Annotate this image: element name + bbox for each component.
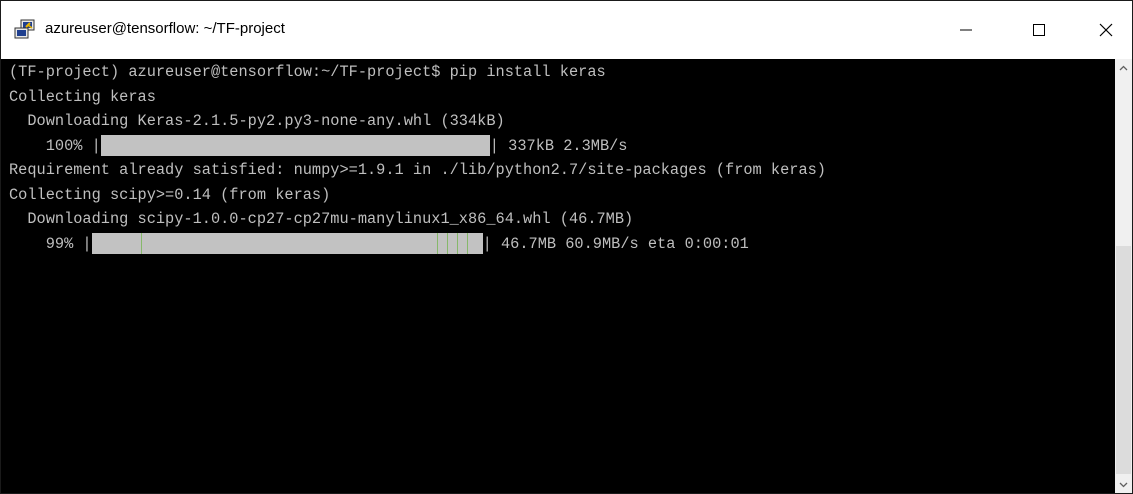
terminal-line: Collecting scipy>=0.14 (from keras) bbox=[9, 185, 331, 204]
minimize-button[interactable] bbox=[943, 1, 989, 59]
minimize-icon bbox=[960, 29, 972, 31]
progress-bar-scipy bbox=[91, 232, 483, 254]
chevron-down-icon bbox=[1119, 482, 1128, 487]
progress-stats: | 46.7MB 60.9MB/s eta 0:00:01 bbox=[482, 234, 749, 253]
maximize-button[interactable] bbox=[1016, 1, 1062, 59]
vertical-scrollbar[interactable] bbox=[1115, 59, 1132, 493]
terminal-line: (TF-project) azureuser@tensorflow:~/TF-p… bbox=[9, 63, 606, 81]
terminal-output[interactable]: (TF-project) azureuser@tensorflow:~/TF-p… bbox=[1, 59, 1115, 493]
terminal-line: Downloading Keras-2.1.5-py2.py3-none-any… bbox=[9, 112, 505, 130]
terminal-window: azureuser@tensorflow: ~/TF-project (TF-p… bbox=[0, 0, 1133, 494]
close-icon bbox=[1099, 23, 1113, 37]
progress-line: 100% | | 337kB 2.3MB/s bbox=[9, 134, 826, 159]
progress-line: 99% | | 46.7MB 60.9MB/s eta 0:00:01 bbox=[9, 232, 826, 257]
progress-percent: 100% | bbox=[9, 136, 101, 155]
terminal-line: Requirement already satisfied: numpy>=1.… bbox=[9, 161, 826, 179]
scroll-down-button[interactable] bbox=[1115, 476, 1132, 493]
terminal-line: Collecting keras bbox=[9, 87, 156, 106]
close-button[interactable] bbox=[1083, 1, 1129, 59]
terminal-line: Downloading scipy-1.0.0-cp27-cp27mu-many… bbox=[9, 210, 634, 228]
scroll-up-button[interactable] bbox=[1115, 59, 1132, 76]
progress-stats: | 337kB 2.3MB/s bbox=[489, 136, 628, 155]
window-title: azureuser@tensorflow: ~/TF-project bbox=[45, 20, 285, 37]
title-bar[interactable]: azureuser@tensorflow: ~/TF-project bbox=[1, 1, 1132, 59]
scrollbar-thumb[interactable] bbox=[1116, 246, 1131, 474]
chevron-up-icon bbox=[1119, 65, 1128, 70]
maximize-icon bbox=[1033, 24, 1045, 36]
putty-terminal-icon bbox=[14, 19, 36, 41]
progress-percent: 99% | bbox=[9, 234, 92, 253]
progress-bar-keras bbox=[100, 134, 490, 156]
